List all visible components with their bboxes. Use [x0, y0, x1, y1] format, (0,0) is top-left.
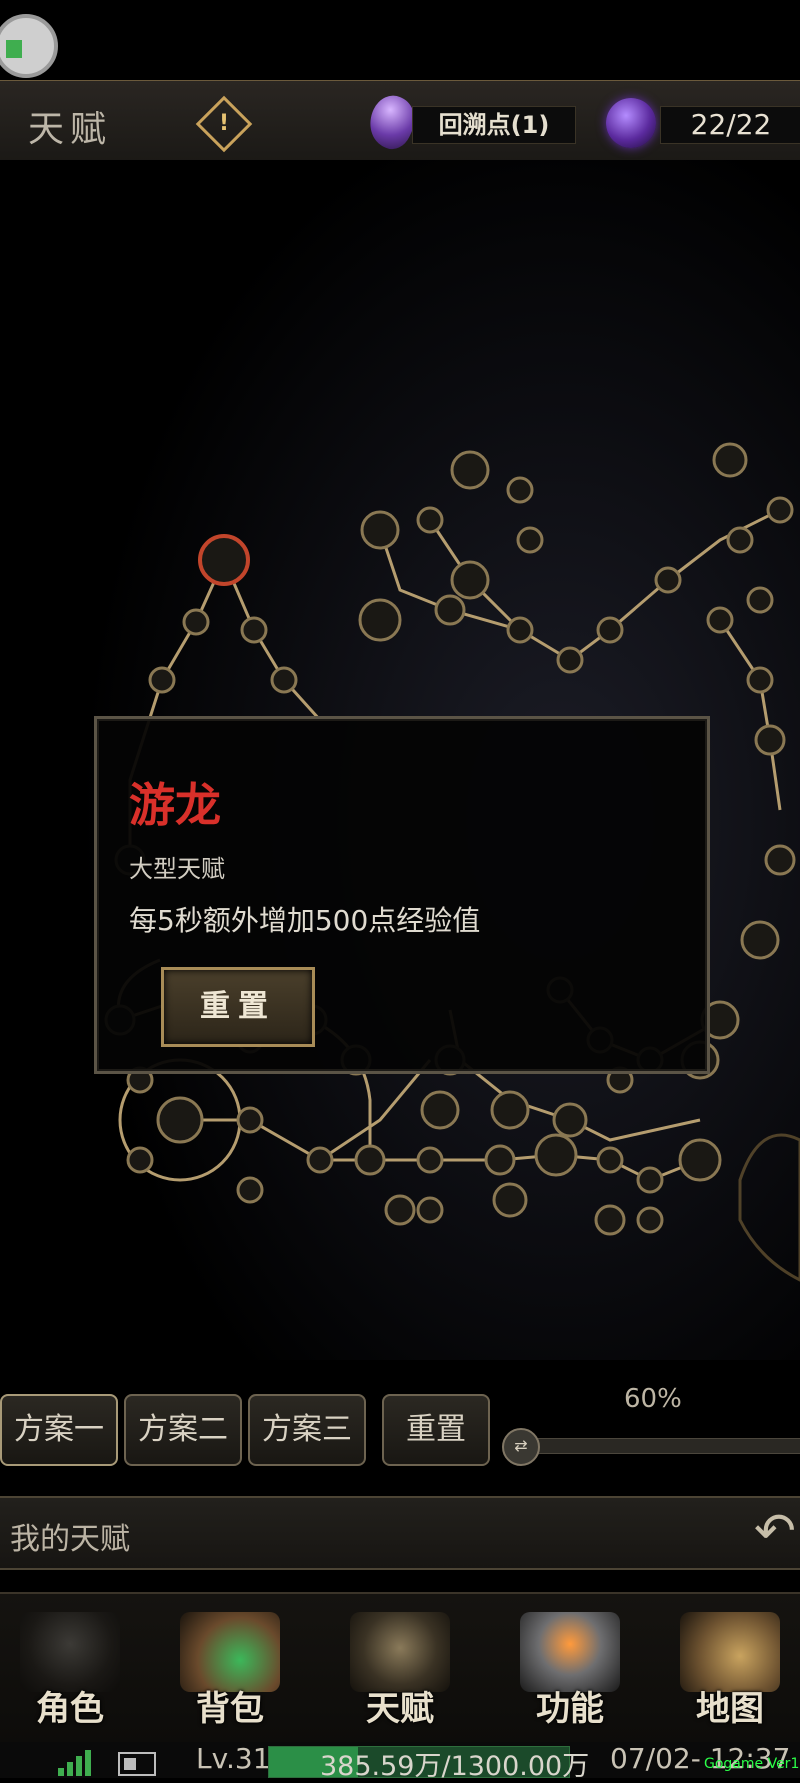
- plan-reset-button[interactable]: 重置: [382, 1394, 490, 1466]
- talent-points-counter: 22/22: [660, 106, 800, 144]
- my-talent-label: 我的天赋: [10, 1522, 130, 1557]
- nav-label-talent: 天赋: [366, 1689, 434, 1729]
- plan-2-button[interactable]: 方案二: [124, 1394, 242, 1466]
- nav-item-character[interactable]: 角色: [0, 1592, 140, 1742]
- nav-item-function[interactable]: 功能: [500, 1592, 640, 1742]
- talent-tooltip: 游龙 大型天赋 每5秒额外增加500点经验值 重置: [94, 716, 710, 1074]
- zoom-slider-track[interactable]: [522, 1438, 800, 1454]
- talent-orb-icon: [606, 98, 656, 148]
- signal-icon: [58, 1750, 98, 1776]
- nav-item-backpack[interactable]: 背包: [160, 1592, 300, 1742]
- nav-item-map[interactable]: 地图: [660, 1592, 800, 1742]
- plan-1-button[interactable]: 方案一: [0, 1394, 118, 1466]
- nav-item-talent[interactable]: 天赋: [330, 1592, 470, 1742]
- talent-description: 每5秒额外增加500点经验值: [129, 904, 481, 937]
- back-arrow-icon[interactable]: ↶: [754, 1502, 800, 1562]
- hooded-character-icon: [20, 1612, 120, 1692]
- talent-type: 大型天赋: [129, 855, 225, 883]
- map-compass-icon: [680, 1612, 780, 1692]
- anvil-icon: [520, 1612, 620, 1692]
- zoom-slider[interactable]: ⇄: [502, 1428, 800, 1466]
- dragon-crest-icon: [350, 1612, 450, 1692]
- battery-icon: [118, 1752, 156, 1776]
- player-level: Lv.31: [196, 1742, 271, 1775]
- experience-text: 385.59万/1300.00万: [320, 1751, 590, 1782]
- backpack-icon: [180, 1612, 280, 1692]
- zoom-percent: 60%: [624, 1384, 682, 1414]
- talent-name: 游龙: [129, 778, 221, 832]
- swap-arrows-icon[interactable]: ⇄: [502, 1428, 540, 1466]
- page-title: 天赋: [28, 109, 113, 150]
- rewind-points: 回溯点(1): [412, 106, 576, 144]
- nav-label-function: 功能: [536, 1689, 604, 1729]
- plan-3-button[interactable]: 方案三: [248, 1394, 366, 1466]
- nav-label-character: 角色: [36, 1689, 104, 1729]
- talent-reset-button[interactable]: 重置: [161, 967, 315, 1047]
- nav-label-backpack: 背包: [196, 1689, 264, 1729]
- nav-label-map: 地图: [696, 1689, 764, 1729]
- performance-indicator-icon[interactable]: [0, 14, 58, 78]
- version-badge: Gogame Ver1: [704, 1756, 800, 1772]
